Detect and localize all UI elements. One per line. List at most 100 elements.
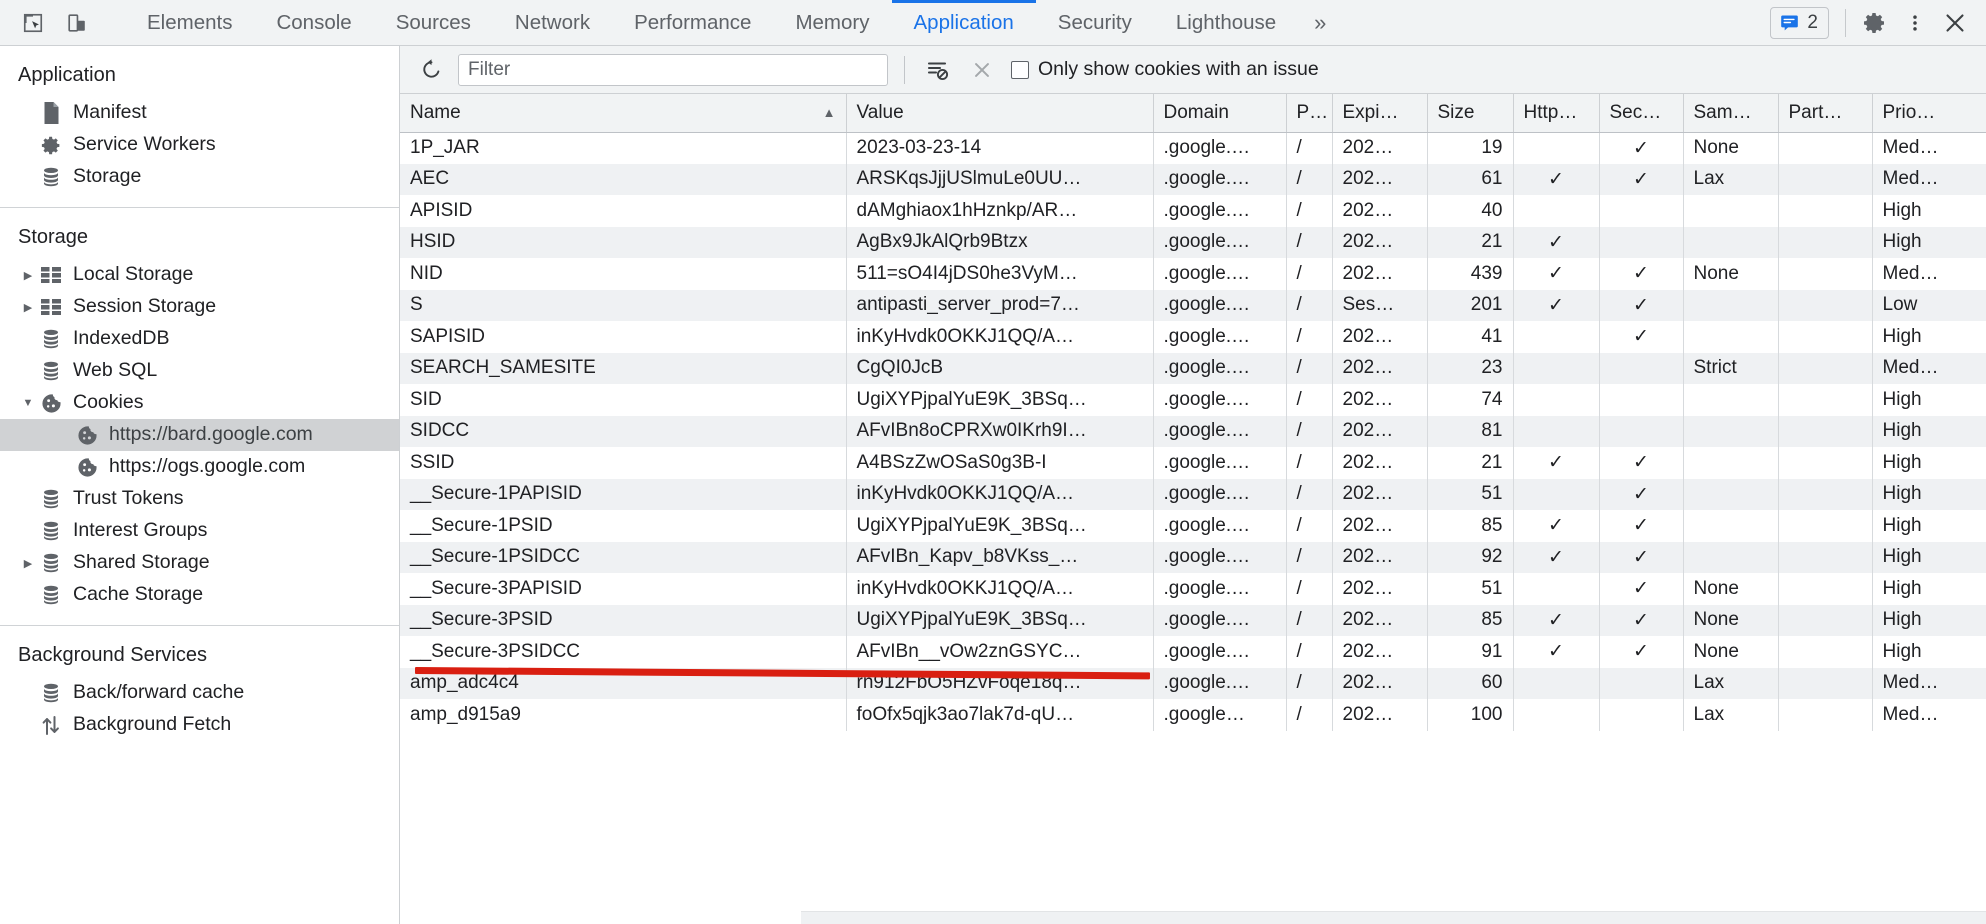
sidebar-item-local-storage[interactable]: ▶ Local Storage: [0, 259, 399, 291]
sidebar-item-bard-google-com[interactable]: https://bard.google.com: [0, 419, 399, 451]
chevron-right-icon[interactable]: ▶: [18, 269, 38, 282]
sidebar-item-service-workers[interactable]: Service Workers: [0, 129, 399, 161]
column-label: Size: [1437, 101, 1475, 123]
sidebar-item-session-storage[interactable]: ▶ Session Storage: [0, 291, 399, 323]
column-header-path[interactable]: P…: [1286, 94, 1333, 133]
sidebar-item-manifest[interactable]: Manifest: [0, 97, 399, 129]
table-row[interactable]: __Secure-3PSID UgiXYPjpalYuE9K_3BSq… .goog…: [400, 604, 1986, 636]
tab-memory[interactable]: Memory: [773, 0, 891, 45]
table-row[interactable]: SIDCC AFvIBn8oCPRXw0IKrh9I… .google.…/202……: [400, 415, 1986, 447]
cell-partition: [1778, 132, 1873, 164]
inspect-cursor-icon[interactable]: [14, 4, 52, 42]
column-header-priority[interactable]: Prio…: [1872, 94, 1986, 133]
sidebar-item-storage[interactable]: Storage: [0, 161, 399, 193]
table-row[interactable]: __Secure-3PAPISID inKyHvdk0OKKJ1QQ/A… .goo…: [400, 573, 1986, 605]
chevron-right-icon[interactable]: ▶: [18, 557, 38, 570]
sidebar-item-indexeddb[interactable]: IndexedDB: [0, 323, 399, 355]
cell-secure: [1599, 195, 1684, 227]
tab-sources[interactable]: Sources: [374, 0, 493, 45]
checkbox-box[interactable]: [1011, 60, 1029, 79]
table-row[interactable]: __Secure-3PSIDCC AFvIBn__vOw2znGSYC… .goog…: [400, 636, 1986, 668]
column-header-name[interactable]: Name ▲: [400, 94, 847, 133]
sidebar-item-trust-tokens[interactable]: Trust Tokens: [0, 483, 399, 515]
cell-samesite: Strict: [1683, 352, 1779, 384]
sidebar-item-back-forward-cache[interactable]: Back/forward cache: [0, 677, 399, 709]
tab-lighthouse[interactable]: Lighthouse: [1154, 0, 1298, 45]
table-row[interactable]: 1P_JAR 2023-03-23-14 .google.…/202… 19 ✓ None…: [400, 132, 1986, 164]
sidebar-item-ogs-google-com[interactable]: https://ogs.google.com: [0, 451, 399, 483]
table-row[interactable]: HSID AgBx9JkAlQrb9Btzx .google.…/202… 21 ✓ Hi…: [400, 226, 1986, 258]
column-header-partition[interactable]: Part…: [1778, 94, 1873, 133]
cookies-table-container[interactable]: Name ▲ Value Domain P… Expi… Size Http… …: [400, 94, 1986, 924]
cell-value: UgiXYPjpalYuE9K_3BSq…: [846, 384, 1154, 416]
cell-name: SAPISID: [400, 321, 847, 353]
sidebar-item-cache-storage[interactable]: Cache Storage: [0, 579, 399, 611]
only-issues-checkbox[interactable]: Only show cookies with an issue: [1011, 58, 1319, 81]
cell-partition: [1778, 541, 1873, 573]
devtools-main-toolbar: Elements Console Sources Network Perform…: [0, 0, 1986, 46]
table-row[interactable]: __Secure-1PSID UgiXYPjpalYuE9K_3BSq… .goog…: [400, 510, 1986, 542]
tab-network[interactable]: Network: [493, 0, 612, 45]
chevron-right-icon[interactable]: ▶: [18, 301, 38, 314]
issues-badge[interactable]: 2: [1770, 6, 1829, 39]
sidebar-group-title: Storage: [18, 226, 89, 248]
table-row[interactable]: __Secure-1PAPISID inKyHvdk0OKKJ1QQ/A… .goo…: [400, 478, 1986, 510]
more-tabs-icon[interactable]: »: [1298, 0, 1342, 45]
table-row[interactable]: APISID dAMghiaox1hHznkp/AR… .google.…/202……: [400, 195, 1986, 227]
filter-input[interactable]: [458, 53, 888, 86]
cell-expires: 202…: [1332, 573, 1428, 605]
table-row[interactable]: amp_d915a9 foOfx5qjk3ao7lak7d-qU… .google……: [400, 699, 1986, 731]
table-row[interactable]: AEC ARSKqsJjjUSlmuLe0UU… .google.…/202… 61 ✓…: [400, 163, 1986, 195]
gear-icon[interactable]: [1856, 4, 1894, 42]
cell-value: dAMghiaox1hHznkp/AR…: [846, 195, 1154, 227]
sidebar-item-cookies[interactable]: ▼ Cookies: [0, 387, 399, 419]
cell-value: AFvIBn__vOw2znGSYC…: [846, 636, 1154, 668]
sidebar-item-web-sql[interactable]: Web SQL: [0, 355, 399, 387]
cell-samesite: [1683, 415, 1779, 447]
tab-performance[interactable]: Performance: [612, 0, 773, 45]
cell-domain: .google.…: [1153, 510, 1287, 542]
tab-console[interactable]: Console: [254, 0, 373, 45]
column-header-domain[interactable]: Domain: [1153, 94, 1287, 133]
table-row[interactable]: NID 511=sO4I4jDS0he3VyM… .google.…/202… 439…: [400, 258, 1986, 290]
tab-elements[interactable]: Elements: [125, 0, 254, 45]
cell-domain: .google.…: [1153, 667, 1287, 699]
clear-filtered-cookies-icon[interactable]: [921, 53, 955, 87]
sidebar-item-background-fetch[interactable]: Background Fetch: [0, 709, 399, 741]
device-toolbar-icon[interactable]: [58, 4, 96, 42]
chevron-down-icon[interactable]: ▼: [18, 397, 38, 409]
table-row[interactable]: SID UgiXYPjpalYuE9K_3BSq… .google.…/202… 74…: [400, 384, 1986, 416]
tab-security[interactable]: Security: [1036, 0, 1154, 45]
table-row[interactable]: amp_adc4c4 rn912FbO5HZvFoqe18q… .google.… /…: [400, 667, 1986, 699]
cell-priority: High: [1872, 478, 1986, 510]
tab-application[interactable]: Application: [891, 0, 1037, 45]
sidebar-item-shared-storage[interactable]: ▶ Shared Storage: [0, 547, 399, 579]
cell-domain: .google.…: [1153, 352, 1287, 384]
cell-httponly: ✓: [1513, 226, 1600, 258]
refresh-icon[interactable]: [414, 53, 448, 87]
column-header-size[interactable]: Size: [1427, 94, 1514, 133]
sidebar-item-interest-groups[interactable]: Interest Groups: [0, 515, 399, 547]
kebab-menu-icon[interactable]: [1896, 4, 1934, 42]
tab-label: Sources: [395, 10, 471, 34]
clear-all-cookies-icon[interactable]: [965, 53, 999, 87]
cell-path: /: [1286, 226, 1333, 258]
table-row[interactable]: __Secure-1PSIDCC AFvIBn_Kapv_b8VKss_… .goo…: [400, 541, 1986, 573]
cell-value: A4BSzZwOSaS0g3B-I: [846, 447, 1154, 479]
table-row[interactable]: SAPISID inKyHvdk0OKKJ1QQ/A… .google.…/202……: [400, 321, 1986, 353]
cookies-panel: Only show cookies with an issue: [400, 46, 1986, 924]
column-header-value[interactable]: Value: [846, 94, 1154, 133]
column-header-expires[interactable]: Expi…: [1332, 94, 1428, 133]
table-row[interactable]: SSID A4BSzZwOSaS0g3B-I .google.…/202… 21 ✓ ✓ H…: [400, 447, 1986, 479]
cell-size: 51: [1427, 573, 1514, 605]
column-header-httponly[interactable]: Http…: [1513, 94, 1600, 133]
column-header-samesite[interactable]: Sam…: [1683, 94, 1779, 133]
cell-name: NID: [400, 258, 847, 290]
table-row[interactable]: Santipasti_server_prod=7… .google.… / Ses… 2…: [400, 289, 1986, 321]
close-icon[interactable]: [1936, 4, 1974, 42]
column-header-secure[interactable]: Sec…: [1599, 94, 1684, 133]
cell-expires: 202…: [1332, 604, 1428, 636]
cell-priority: High: [1872, 541, 1986, 573]
table-row[interactable]: SEARCH_SAMESITE CgQI0JcB .google.…/202… 23 S…: [400, 352, 1986, 384]
cell-value: UgiXYPjpalYuE9K_3BSq…: [846, 604, 1154, 636]
